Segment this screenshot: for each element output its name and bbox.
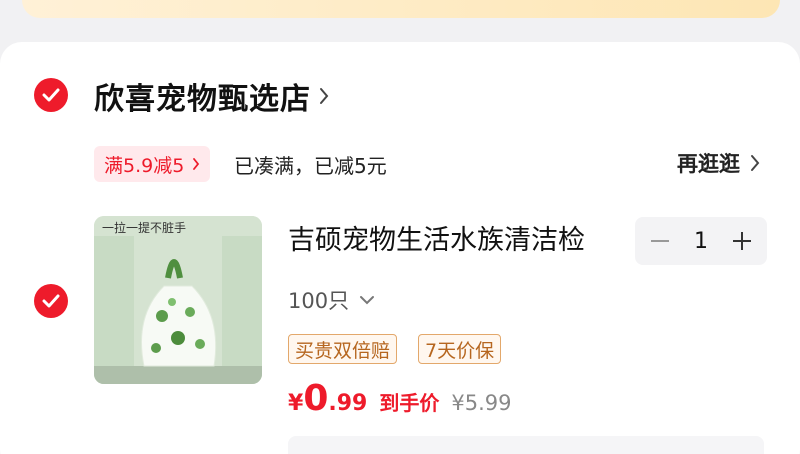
chevron-right-icon xyxy=(319,87,329,105)
product-image-caption: 一拉一提不脏手 xyxy=(102,220,186,235)
variant-selector[interactable]: 100只 xyxy=(288,285,375,315)
promo-tag[interactable]: 满5.9减5 xyxy=(94,146,211,182)
bottom-panel xyxy=(288,436,764,454)
chevron-down-icon xyxy=(359,295,375,305)
checkmark-icon xyxy=(42,88,60,102)
checkmark-icon xyxy=(42,294,60,308)
price-protection-badge: 7天价保 xyxy=(418,334,502,364)
browse-more-label: 再逛逛 xyxy=(677,152,740,176)
original-price: ¥5.99 xyxy=(451,391,512,415)
product-title[interactable]: 吉硕宠物生活水族清洁检 xyxy=(288,218,628,257)
top-banner xyxy=(22,0,780,18)
shop-select-checkbox[interactable] xyxy=(34,78,68,112)
shop-header[interactable]: 欣喜宠物甄选店 xyxy=(94,74,329,118)
plus-icon xyxy=(733,232,751,250)
browse-more-link[interactable]: 再逛逛 xyxy=(677,148,760,178)
promo-status-text: 已凑满，已减5元 xyxy=(234,154,387,178)
price-currency: ¥ xyxy=(288,391,304,416)
minus-icon xyxy=(651,240,669,242)
chevron-right-icon xyxy=(750,154,760,172)
double-refund-badge: 买贵双倍赔 xyxy=(288,334,398,364)
decrease-quantity-button[interactable] xyxy=(645,226,675,256)
quantity-value[interactable]: 1 xyxy=(694,229,708,254)
trash-bag-image: 一拉一提不脏手 xyxy=(94,216,262,384)
variant-label: 100只 xyxy=(288,289,350,313)
price-row: ¥ 0 .99 到手价 ¥5.99 xyxy=(288,378,511,419)
increase-quantity-button[interactable] xyxy=(727,226,757,256)
shop-name[interactable]: 欣喜宠物甄选店 xyxy=(94,74,311,118)
price-integer: 0 xyxy=(303,378,329,419)
product-select-checkbox[interactable] xyxy=(34,284,68,318)
price-decimal: .99 xyxy=(328,391,368,416)
final-price-label: 到手价 xyxy=(379,391,440,415)
quantity-stepper[interactable]: 1 xyxy=(635,217,767,265)
product-image[interactable]: 一拉一提不脏手 xyxy=(94,216,262,384)
promo-tag-label: 满5.9减5 xyxy=(104,154,185,177)
chevron-right-icon xyxy=(192,157,200,171)
